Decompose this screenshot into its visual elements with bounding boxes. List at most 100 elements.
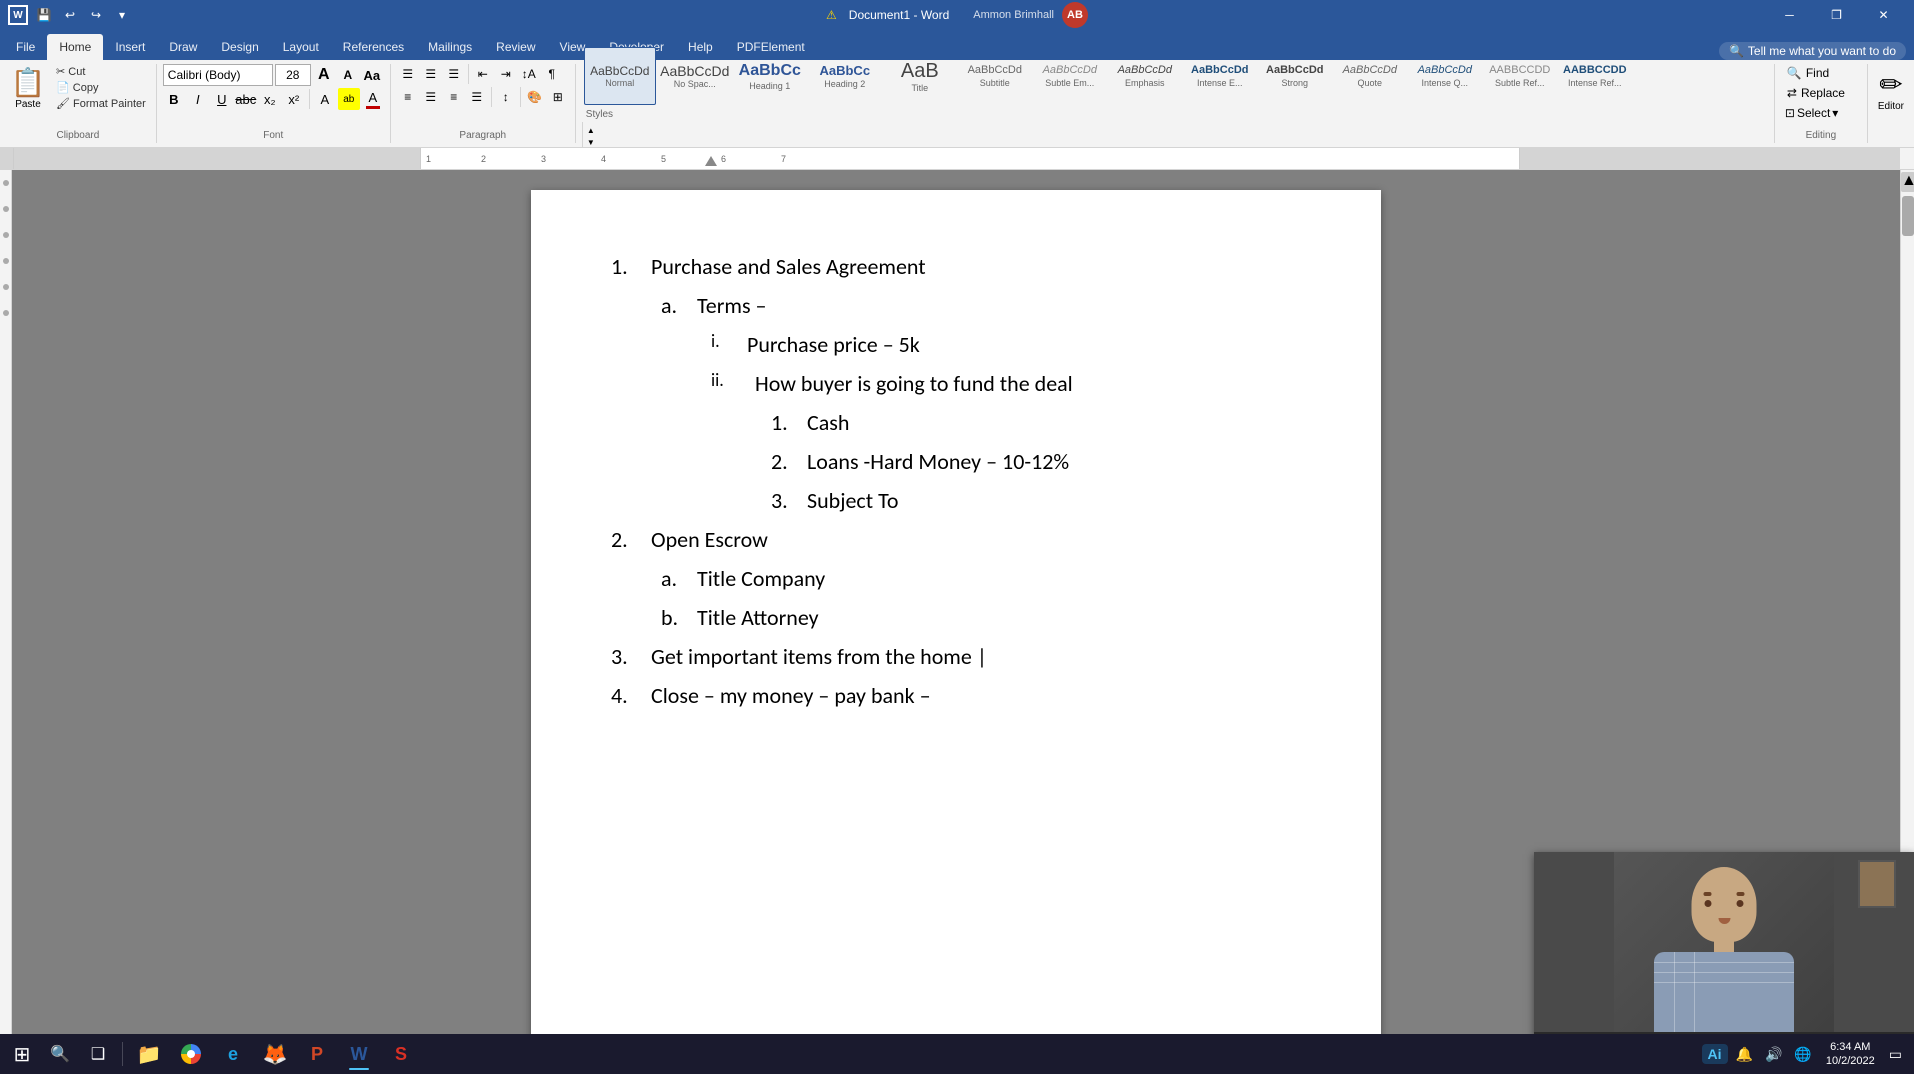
decrease-indent-btn[interactable]: ⇤ xyxy=(472,64,494,84)
minimize-btn[interactable]: ─ xyxy=(1767,0,1812,30)
style-no-spacing[interactable]: AaBbCcDd No Spac... xyxy=(659,47,731,105)
bold-btn[interactable]: B xyxy=(163,88,185,110)
superscript-btn[interactable]: x² xyxy=(283,88,305,110)
clipboard-content: 📋 Paste ✂ Cut 📄 Copy 🖌 Format Painter xyxy=(6,64,150,128)
italic-btn[interactable]: I xyxy=(187,88,209,110)
format-painter-button[interactable]: 🖌 Format Painter xyxy=(52,96,150,111)
tab-draw[interactable]: Draw xyxy=(157,34,209,60)
style-subtle-ref[interactable]: AaBbCcDd Subtle Ref... xyxy=(1484,47,1556,105)
copy-button[interactable]: 📄 Copy xyxy=(52,80,150,95)
find-btn[interactable]: 🔍 Find xyxy=(1781,64,1861,82)
document-page[interactable]: 1. Purchase and Sales Agreement a. Terms… xyxy=(531,190,1381,1052)
save-quick-btn[interactable]: 💾 xyxy=(32,3,56,27)
network-icon[interactable]: 🌐 xyxy=(1790,1042,1815,1067)
list-item: 2. Open Escrow xyxy=(611,523,1301,556)
style-intense-ref[interactable]: AaBBCCDd Intense Ref... xyxy=(1559,47,1631,105)
tab-review[interactable]: Review xyxy=(484,34,547,60)
style-title[interactable]: AaB Title xyxy=(884,47,956,105)
editor-label: Editor xyxy=(1878,101,1904,112)
redo-quick-btn[interactable]: ↪ xyxy=(84,3,108,27)
clear-format-btn[interactable]: Aa xyxy=(361,64,383,86)
underline-btn[interactable]: U xyxy=(211,88,233,110)
style-normal[interactable]: AaBbCcDd Normal xyxy=(584,47,656,105)
ai-btn[interactable]: Ai xyxy=(1702,1044,1728,1064)
customize-quick-btn[interactable]: ▾ xyxy=(110,3,134,27)
taskbar-slides[interactable]: S xyxy=(381,1036,421,1072)
margin-mark-2 xyxy=(3,206,9,212)
shrink-font-btn[interactable]: A xyxy=(337,64,359,86)
text-effects-btn[interactable]: A xyxy=(314,88,336,110)
tab-file[interactable]: File xyxy=(4,34,47,60)
style-heading1[interactable]: AaBbCc Heading 1 xyxy=(734,47,806,105)
style-emphasis[interactable]: AaBbCcDd Emphasis xyxy=(1109,47,1181,105)
text-highlight-btn[interactable]: ab xyxy=(338,88,360,110)
list-marker: 2. xyxy=(771,445,807,478)
taskbar-edge[interactable]: e xyxy=(213,1036,253,1072)
font-name-input[interactable] xyxy=(163,64,273,86)
tab-mailings[interactable]: Mailings xyxy=(416,34,484,60)
search-btn[interactable]: 🔍 xyxy=(42,1036,78,1072)
editor-icon: ✏ xyxy=(1879,68,1902,101)
line-spacing-btn[interactable]: ↕ xyxy=(495,87,517,107)
close-btn[interactable]: ✕ xyxy=(1861,0,1906,30)
align-right-btn[interactable]: ≡ xyxy=(443,87,465,107)
document-title: Document1 - Word xyxy=(849,8,949,22)
tab-layout[interactable]: Layout xyxy=(271,34,331,60)
increase-indent-btn[interactable]: ⇥ xyxy=(495,64,517,84)
style-subtitle[interactable]: AaBbCcDd Subtitle xyxy=(959,47,1031,105)
tab-insert[interactable]: Insert xyxy=(103,34,157,60)
numbering-btn[interactable]: ☰ xyxy=(420,64,442,84)
taskbar-separator xyxy=(122,1042,123,1066)
doc-content[interactable]: 1. Purchase and Sales Agreement a. Terms… xyxy=(611,250,1301,712)
style-quote[interactable]: AaBbCcDd Quote xyxy=(1334,47,1406,105)
show-hide-btn[interactable]: ¶ xyxy=(541,64,563,84)
taskbar-powerpoint[interactable]: P xyxy=(297,1036,337,1072)
style-intense-q[interactable]: AaBbCcDd Intense Q... xyxy=(1409,47,1481,105)
style-intense-q-preview: AaBbCcDd xyxy=(1418,64,1472,77)
tab-references[interactable]: References xyxy=(331,34,416,60)
style-strong[interactable]: AaBbCcDd Strong xyxy=(1259,47,1331,105)
taskbar-firefox[interactable]: 🦊 xyxy=(255,1036,295,1072)
styles-scroll-down[interactable]: ▼ xyxy=(585,136,597,148)
editor-btn[interactable]: ✏ Editor xyxy=(1874,64,1908,116)
style-intense-e[interactable]: AaBbCcDd Intense E... xyxy=(1184,47,1256,105)
style-subtle-em[interactable]: AaBbCcDd Subtle Em... xyxy=(1034,47,1106,105)
taskbar-chrome[interactable] xyxy=(171,1036,211,1072)
select-dropdown[interactable]: ⊡ Select ▾ xyxy=(1781,104,1861,122)
border-btn[interactable]: ⊞ xyxy=(547,87,569,107)
scroll-up-btn[interactable]: ▲ xyxy=(1901,172,1914,192)
volume-icon[interactable]: 🔊 xyxy=(1761,1042,1786,1067)
styles-scroll-up[interactable]: ▲ xyxy=(585,124,597,136)
restore-btn[interactable]: ❐ xyxy=(1814,0,1859,30)
start-btn[interactable]: ⊞ xyxy=(4,1036,40,1072)
align-center-btn[interactable]: ☰ xyxy=(420,87,442,107)
bullets-btn[interactable]: ☰ xyxy=(397,64,419,84)
scroll-thumb[interactable] xyxy=(1902,196,1914,236)
style-heading2[interactable]: AaBbCc Heading 2 xyxy=(809,47,881,105)
notification-icon[interactable]: 🔔 xyxy=(1732,1042,1757,1067)
clock[interactable]: 6:34 AM 10/2/2022 xyxy=(1820,1038,1881,1071)
align-left-btn[interactable]: ≡ xyxy=(397,87,419,107)
taskbar-file-explorer[interactable]: 📁 xyxy=(129,1036,169,1072)
multilevel-btn[interactable]: ☰ xyxy=(443,64,465,84)
shading-btn[interactable]: 🎨 xyxy=(524,87,546,107)
grow-font-btn[interactable]: A xyxy=(313,64,335,86)
font-size-input[interactable] xyxy=(275,64,311,86)
tab-home[interactable]: Home xyxy=(47,34,103,60)
sort-btn[interactable]: ↕A xyxy=(518,64,540,84)
paste-button[interactable]: 📋 Paste xyxy=(6,64,50,112)
show-desktop-icon[interactable]: ▭ xyxy=(1885,1042,1906,1067)
right-eyebrow xyxy=(1737,892,1745,896)
subscript-btn[interactable]: x₂ xyxy=(259,88,281,110)
undo-quick-btn[interactable]: ↩ xyxy=(58,3,82,27)
strikethrough-btn[interactable]: abc xyxy=(235,88,257,110)
cut-button[interactable]: ✂ Cut xyxy=(52,64,150,79)
font-color-btn[interactable]: A xyxy=(362,88,384,110)
tab-design[interactable]: Design xyxy=(209,34,270,60)
justify-btn[interactable]: ☰ xyxy=(466,87,488,107)
replace-btn[interactable]: ⇄ Replace xyxy=(1781,84,1861,102)
task-view-btn[interactable]: ❑ xyxy=(80,1036,116,1072)
ruler: 1 2 3 4 5 6 7 xyxy=(0,148,1914,170)
svg-text:6: 6 xyxy=(721,154,726,164)
taskbar-word[interactable]: W xyxy=(339,1036,379,1072)
